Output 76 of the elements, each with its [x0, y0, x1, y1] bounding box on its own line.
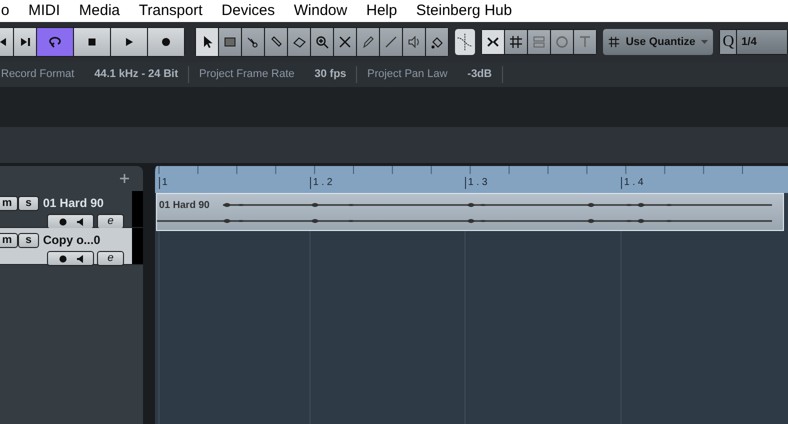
track-name[interactable]: 01 Hard 90: [43, 194, 104, 212]
cursor-button[interactable]: [574, 30, 596, 54]
end-button[interactable]: [14, 28, 36, 56]
dropdown-caret-icon: [701, 40, 708, 44]
line-icon: [384, 35, 398, 49]
menu-item[interactable]: Help: [366, 0, 398, 22]
t-bar-icon: [578, 35, 592, 49]
mute-button[interactable]: [334, 28, 356, 56]
add-track-icon[interactable]: [120, 174, 129, 183]
stacked-rectangles-icon: [532, 35, 546, 49]
loop-arrow-icon: [48, 35, 62, 49]
bar-number: 1 . 4: [621, 177, 644, 189]
info-value[interactable]: 30 fps: [294, 66, 358, 83]
menu-item[interactable]: Steinberg Hub: [416, 0, 512, 22]
mute-button[interactable]: m: [0, 232, 18, 248]
arrow-button[interactable]: [196, 28, 218, 56]
track-header[interactable]: m s Copy o...0 e: [0, 228, 143, 265]
zoom-icon: [315, 35, 329, 49]
grid-icon: [508, 35, 523, 49]
speaker-icon: [76, 218, 82, 226]
quantize-value[interactable]: 1/4: [737, 30, 787, 54]
quantize-dropdown[interactable]: Use Quantize: [602, 29, 714, 55]
range-rectangle-icon: [223, 35, 237, 49]
events-button[interactable]: [528, 30, 550, 54]
edit-button[interactable]: e: [97, 251, 124, 266]
menu-item[interactable]: o: [1, 0, 10, 22]
loop-button[interactable]: [37, 28, 73, 56]
mute-button[interactable]: m: [0, 196, 18, 210]
zoom-button[interactable]: [311, 28, 333, 56]
record-icon: [58, 218, 66, 226]
timeline-ruler[interactable]: 1 1 . 2 1 . 3 1 . 4: [155, 166, 788, 193]
record-monitor-button[interactable]: [47, 214, 94, 229]
solo-button[interactable]: s: [18, 232, 39, 248]
speaker-icon: [407, 35, 421, 49]
menu-item[interactable]: Media: [79, 0, 120, 22]
bar-number: 1 . 2: [310, 177, 332, 189]
x-mark-icon: [338, 35, 352, 49]
grid-button[interactable]: [504, 30, 527, 54]
pencil-icon: [361, 35, 375, 49]
record-monitor-button[interactable]: [47, 251, 94, 266]
record-icon: [159, 35, 173, 49]
solo-button[interactable]: s: [18, 196, 39, 210]
audio-event[interactable]: 01 Hard 90: [156, 193, 784, 231]
snap-button[interactable]: [482, 30, 504, 54]
info-label: Project Frame Rate: [198, 67, 294, 82]
menu-item[interactable]: Window: [294, 0, 348, 22]
quantize-label: Q: [720, 30, 736, 54]
edit-button[interactable]: e: [97, 214, 124, 229]
speaker-button[interactable]: [403, 28, 425, 56]
menu-item[interactable]: Devices: [222, 0, 275, 22]
menu-item[interactable]: MIDI: [28, 0, 60, 22]
info-value[interactable]: 44.1 kHz - 24 Bit: [74, 66, 190, 83]
menu-item[interactable]: Transport: [138, 0, 203, 22]
line-button[interactable]: [380, 28, 402, 56]
split-button[interactable]: [242, 28, 264, 56]
color-button[interactable]: [426, 28, 448, 56]
event-name: 01 Hard 90: [159, 199, 210, 213]
skip-end-icon: [18, 35, 32, 49]
record-icon: [58, 254, 66, 262]
stop-button[interactable]: [74, 28, 110, 56]
play-button[interactable]: [111, 28, 147, 56]
glue-button[interactable]: [265, 28, 287, 56]
info-value[interactable]: -3dB: [447, 66, 503, 83]
bar-number: 1: [159, 177, 168, 189]
draw-button[interactable]: [357, 28, 379, 56]
bar-number: 1 . 3: [465, 177, 488, 189]
range-button[interactable]: [219, 28, 241, 56]
record-button[interactable]: [148, 28, 184, 56]
track-name[interactable]: Copy o...0: [43, 231, 100, 249]
shuffle-button[interactable]: [550, 30, 573, 54]
info-label: Record Format: [1, 67, 74, 82]
info-label: Project Pan Law: [366, 67, 448, 82]
erase-button[interactable]: [288, 28, 310, 56]
snap-curve-icon[interactable]: [455, 29, 475, 55]
grid-icon: [608, 36, 620, 48]
speaker-icon: [76, 254, 82, 262]
